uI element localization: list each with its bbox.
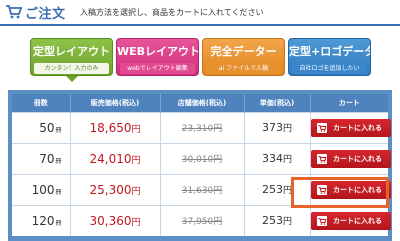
- col-header-cart: カート: [310, 94, 388, 112]
- quantity-value: 50: [39, 120, 55, 135]
- cart-icon: [316, 122, 327, 133]
- add-to-cart-button[interactable]: カートに入れる: [310, 149, 391, 168]
- yen-unit: 円: [131, 124, 141, 135]
- yen-unit: 円: [131, 186, 141, 197]
- cart-icon: [6, 5, 22, 19]
- sale-price-value: 24,010: [89, 151, 132, 166]
- quantity-value: 70: [39, 151, 55, 166]
- cart-icon: [316, 184, 327, 195]
- unit-price-value: 334: [261, 152, 283, 165]
- unit-price-cell: 373円: [244, 111, 311, 143]
- quantity-cell: 50冊: [12, 111, 71, 143]
- quantity-unit: 冊: [55, 188, 62, 196]
- add-to-cart-button[interactable]: カートに入れる: [310, 211, 391, 230]
- cart-cell: カートに入れる: [310, 173, 391, 205]
- add-to-cart-label: カートに入れる: [333, 154, 382, 163]
- table-row: 70冊 24,010円 30,010円 334円 カートに入れる: [12, 142, 391, 174]
- tab-subtitle: webでレイアウト編集: [120, 63, 195, 74]
- active-tab-pointer: [66, 76, 78, 82]
- sale-price-cell: 30,360円: [70, 204, 161, 236]
- quantity-cell: 120冊: [12, 204, 71, 236]
- tab-web-layout[interactable]: WEBレイアウト webでレイアウト編集: [116, 38, 199, 76]
- table-row: 120冊 30,360円 37,950円 253円 カートに入れる: [12, 204, 391, 236]
- col-header-quantity: 冊数: [12, 94, 71, 112]
- yen-unit: 円: [282, 186, 292, 196]
- store-price-cell: 23,310円: [160, 111, 245, 143]
- add-to-cart-label: カートに入れる: [333, 185, 382, 194]
- unit-price-cell: 334円: [244, 142, 311, 174]
- cart-icon: [316, 153, 327, 164]
- cart-cell: カートに入れる: [310, 204, 391, 236]
- sale-price-value: 30,360: [89, 213, 132, 228]
- sale-price-value: 18,650: [89, 120, 132, 135]
- yen-unit: 円: [282, 124, 292, 134]
- unit-price-value: 253: [261, 214, 283, 228]
- price-table: 冊数 販売価格(税込) 店舗価格(税込) 単価(税込) カート 50冊 18,6…: [12, 94, 391, 236]
- col-header-unit-price: 単価(税込): [244, 94, 311, 112]
- tab-title: 完全データー: [210, 45, 277, 58]
- quantity-cell: 70冊: [12, 142, 71, 174]
- tab-subtitle: カンタン！入力のみ: [34, 63, 109, 74]
- sale-price-cell: 18,650円: [70, 111, 161, 143]
- tab-template-layout[interactable]: 定型レイアウト カンタン！入力のみ: [30, 38, 113, 76]
- tab-subtitle: 自社ロゴを追加したい: [292, 63, 367, 74]
- cart-icon: [316, 215, 327, 226]
- unit-price-value: 253: [261, 183, 283, 196]
- add-to-cart-label: カートに入れる: [333, 216, 382, 225]
- page-subtitle: 入稿方法を選択し、商品をカートに入れてください: [80, 8, 264, 17]
- unit-price-cell: 253円: [244, 173, 311, 205]
- sale-price-value: 25,300: [89, 182, 132, 197]
- add-to-cart-button[interactable]: カートに入れる: [310, 118, 391, 137]
- col-header-sale-price: 販売価格(税込): [70, 94, 161, 112]
- yen-unit: 円: [131, 155, 141, 166]
- tab-subtitle: ai ファイルで入稿: [206, 63, 281, 74]
- table-row: 100冊 25,300円 31,630円 253円 カートに入れる: [12, 173, 391, 205]
- tab-title: 定型レイアウト: [33, 45, 110, 58]
- col-header-store-price: 店舗価格(税込): [160, 94, 245, 112]
- quantity-unit: 冊: [55, 126, 62, 134]
- layout-tabs: 定型レイアウト カンタン！入力のみ WEBレイアウト webでレイアウト編集 完…: [30, 38, 380, 82]
- sale-price-cell: 25,300円: [70, 173, 161, 205]
- add-to-cart-label: カートに入れる: [333, 123, 382, 132]
- quantity-unit: 冊: [55, 219, 62, 227]
- unit-price-value: 373: [261, 121, 283, 134]
- yen-unit: 円: [282, 155, 292, 165]
- tab-title: WEBレイアウト: [117, 45, 199, 58]
- quantity-unit: 冊: [55, 157, 62, 165]
- sale-price-cell: 24,010円: [70, 142, 161, 174]
- cart-cell: カートに入れる: [310, 142, 391, 174]
- store-price-cell: 30,010円: [160, 142, 245, 174]
- table-header-row: 冊数 販売価格(税込) 店舗価格(税込) 単価(税込) カート: [12, 94, 388, 112]
- store-price-cell: 31,630円: [160, 173, 245, 205]
- price-table-container: 冊数 販売価格(税込) 店舗価格(税込) 単価(税込) カート 50冊 18,6…: [8, 90, 392, 241]
- tab-complete-data[interactable]: 完全データー ai ファイルで入稿: [202, 38, 285, 76]
- quantity-cell: 100冊: [12, 173, 71, 205]
- cart-cell: カートに入れる: [310, 111, 391, 143]
- tab-template-logo-data[interactable]: 定型+ロゴデーター 自社ロゴを追加したい: [288, 38, 371, 76]
- quantity-value: 120: [31, 213, 55, 228]
- yen-unit: 円: [282, 217, 292, 228]
- table-row: 50冊 18,650円 23,310円 373円 カートに入れる: [12, 111, 391, 143]
- yen-unit: 円: [131, 217, 141, 228]
- page-header: ご注文 入稿方法を選択し、商品をカートに入れてください: [0, 0, 400, 26]
- tab-title: 定型+ロゴデーター: [289, 45, 370, 58]
- store-price-cell: 37,950円: [160, 204, 245, 236]
- unit-price-cell: 253円: [244, 204, 311, 236]
- quantity-value: 100: [31, 182, 55, 197]
- page-title: ご注文: [25, 7, 66, 22]
- add-to-cart-button[interactable]: カートに入れる: [310, 180, 391, 199]
- header-divider: [0, 24, 400, 26]
